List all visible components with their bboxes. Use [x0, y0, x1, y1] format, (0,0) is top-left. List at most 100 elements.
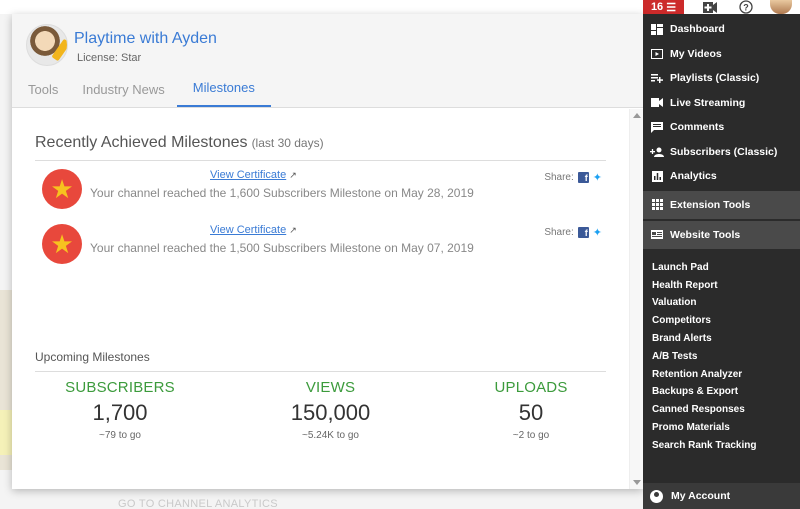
- share-label: Share:: [544, 227, 574, 238]
- browser-window-icon: [650, 229, 664, 241]
- upcoming-label: VIEWS: [305, 379, 356, 396]
- vidiq-menu-button[interactable]: 16 ☰: [643, 0, 684, 14]
- star-icon: ★: [42, 169, 82, 209]
- sidebar-item-retention-analyzer[interactable]: Retention Analyzer: [643, 365, 800, 383]
- tab-milestones[interactable]: Milestones: [176, 73, 271, 107]
- sidebar-item-label: Live Streaming: [670, 96, 746, 109]
- milestone-item: ★ View Certificate ↗ Your channel reached…: [42, 169, 602, 209]
- scroll-down-arrow-icon[interactable]: [633, 480, 641, 485]
- facebook-icon[interactable]: f: [577, 227, 589, 238]
- sidebar-item-my-account[interactable]: My Account: [643, 483, 800, 509]
- upcoming-milestones-title: Upcoming Milestones: [35, 350, 150, 364]
- twitter-icon[interactable]: ✦: [593, 226, 602, 239]
- channel-name[interactable]: Playtime with Ayden: [74, 30, 217, 48]
- sidebar-item-comments[interactable]: Comments: [643, 115, 800, 140]
- tab-bar: Tools Industry News Milestones: [12, 74, 643, 108]
- sidebar-item-live-streaming[interactable]: Live Streaming: [643, 91, 800, 116]
- view-certificate-label: View Certificate: [210, 224, 287, 236]
- sidebar-item-promo-materials[interactable]: Promo Materials: [643, 419, 800, 437]
- background-highlight-strip: [0, 410, 12, 455]
- recent-milestones-subtitle: (last 30 days): [251, 136, 324, 150]
- playlist-add-icon: [650, 72, 664, 84]
- divider: [35, 371, 606, 372]
- sidebar-item-label: My Account: [671, 490, 731, 502]
- svg-text:?: ?: [743, 3, 749, 13]
- upcoming-to-go: ~79 to go: [99, 430, 141, 441]
- sidebar-item-label: Comments: [670, 121, 725, 134]
- user-avatar[interactable]: [770, 0, 792, 14]
- add-video-icon[interactable]: [700, 0, 720, 14]
- star-icon: ★: [42, 224, 82, 264]
- divider: [35, 160, 606, 161]
- tab-industry-news[interactable]: Industry News: [70, 73, 176, 107]
- upcoming-to-go: ~5.24K to go: [302, 430, 359, 441]
- top-toolbar: 16 ☰ ?: [643, 0, 800, 14]
- add-person-icon: [650, 146, 664, 158]
- pencil-graphic: [51, 38, 67, 62]
- sidebar-section-label: Website Tools: [670, 228, 741, 241]
- sidebar-item-label: My Videos: [670, 47, 722, 60]
- sidebar-item-launch-pad[interactable]: Launch Pad: [643, 259, 800, 277]
- scroll-up-arrow-icon[interactable]: [633, 113, 641, 118]
- sidebar-item-label: Playlists (Classic): [670, 72, 760, 85]
- tab-tools[interactable]: Tools: [16, 73, 70, 107]
- video-icon: [650, 48, 664, 60]
- sidebar-item-label: Dashboard: [670, 23, 725, 36]
- go-to-channel-analytics-link[interactable]: GO TO CHANNEL ANALYTICS: [118, 498, 278, 509]
- external-link-icon: ↗: [289, 170, 297, 180]
- vidiq-sidebar-menu: Dashboard My Videos Playlists (Classic) …: [643, 14, 800, 509]
- hamburger-icon: ☰: [666, 1, 677, 14]
- account-icon: [650, 489, 663, 503]
- facebook-icon[interactable]: f: [577, 172, 589, 183]
- share-label: Share:: [544, 172, 574, 183]
- sidebar-item-ab-tests[interactable]: A/B Tests: [643, 347, 800, 365]
- view-certificate-label: View Certificate: [210, 169, 287, 181]
- sidebar-item-subscribers[interactable]: Subscribers (Classic): [643, 140, 800, 165]
- sidebar-item-label: Analytics: [670, 170, 717, 183]
- upcoming-views: VIEWS 150,000 ~5.24K to go: [236, 379, 426, 441]
- scrollbar[interactable]: [629, 109, 643, 489]
- upcoming-milestones-columns: SUBSCRIBERS 1,700 ~79 to go VIEWS 150,00…: [35, 379, 606, 441]
- upcoming-uploads: UPLOADS 50 ~2 to go: [456, 379, 606, 441]
- view-certificate-link[interactable]: View Certificate ↗: [210, 169, 297, 181]
- recent-milestones-title: Recently Achieved Milestones (last 30 day…: [35, 134, 324, 152]
- upcoming-to-go: ~2 to go: [512, 430, 550, 441]
- upcoming-subscribers: SUBSCRIBERS 1,700 ~79 to go: [35, 379, 205, 441]
- analytics-icon: [650, 170, 664, 182]
- external-link-icon: ↗: [289, 225, 297, 235]
- sidebar-item-playlists[interactable]: Playlists (Classic): [643, 66, 800, 91]
- comment-icon: [650, 121, 664, 133]
- sidebar-item-backups-export[interactable]: Backups & Export: [643, 383, 800, 401]
- sidebar-item-my-videos[interactable]: My Videos: [643, 42, 800, 67]
- channel-avatar: [26, 24, 68, 66]
- vidiq-popup: Playtime with Ayden License: Star Tools …: [12, 14, 643, 489]
- sidebar-section-label: Extension Tools: [670, 198, 751, 211]
- sidebar-item-dashboard[interactable]: Dashboard: [643, 17, 800, 42]
- upcoming-value: 150,000: [290, 400, 371, 425]
- sidebar-item-health-report[interactable]: Health Report: [643, 276, 800, 294]
- sidebar-item-search-rank-tracking[interactable]: Search Rank Tracking: [643, 436, 800, 454]
- sidebar-item-brand-alerts[interactable]: Brand Alerts: [643, 330, 800, 348]
- upcoming-value: 1,700: [92, 400, 148, 425]
- milestones-content: Recently Achieved Milestones (last 30 day…: [12, 109, 629, 489]
- sidebar-section-website-tools[interactable]: Website Tools: [643, 220, 800, 249]
- milestone-item: ★ View Certificate ↗ Your channel reached…: [42, 224, 602, 264]
- sidebar-item-label: Subscribers (Classic): [670, 145, 778, 158]
- recent-milestones-heading: Recently Achieved Milestones: [35, 134, 248, 151]
- sidebar-item-analytics[interactable]: Analytics: [643, 164, 800, 189]
- grid-icon: [650, 199, 664, 211]
- help-icon[interactable]: ?: [736, 0, 756, 14]
- sidebar-item-valuation[interactable]: Valuation: [643, 294, 800, 312]
- sidebar-item-competitors[interactable]: Competitors: [643, 312, 800, 330]
- view-certificate-link[interactable]: View Certificate ↗: [210, 224, 297, 236]
- sidebar-item-canned-responses[interactable]: Canned Responses: [643, 401, 800, 419]
- upcoming-label: UPLOADS: [494, 379, 568, 396]
- license-label: License: Star: [77, 52, 142, 64]
- milestone-text: Your channel reached the 1,500 Subscribe…: [90, 241, 474, 255]
- upcoming-value: 50: [518, 400, 544, 425]
- camera-icon: [650, 97, 664, 109]
- share-group: Share: f ✦: [544, 171, 602, 184]
- vidiq-logo: 16: [650, 1, 664, 13]
- twitter-icon[interactable]: ✦: [593, 171, 602, 184]
- sidebar-section-extension-tools[interactable]: Extension Tools: [643, 190, 800, 219]
